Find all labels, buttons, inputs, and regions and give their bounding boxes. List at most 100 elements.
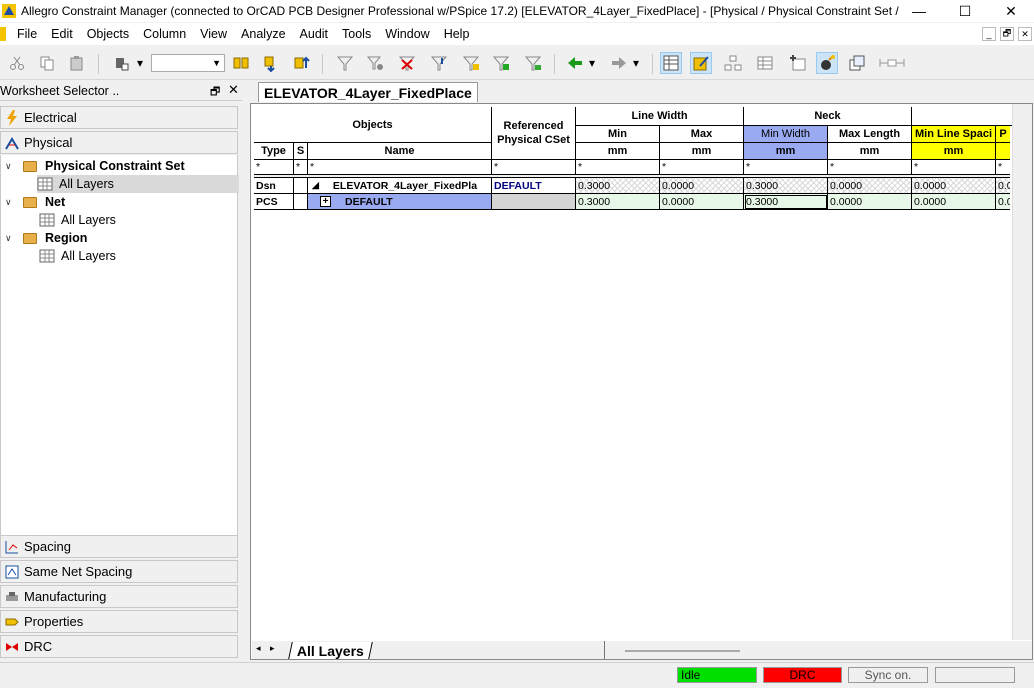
header-min[interactable]: Min xyxy=(576,126,660,143)
forward-dropdown-icon[interactable]: ▾ xyxy=(630,52,642,74)
header-max-length[interactable]: Max Length xyxy=(828,126,912,143)
menu-edit[interactable]: Edit xyxy=(44,27,80,41)
expand-icon[interactable]: ◢ xyxy=(312,180,319,191)
tree-node-net[interactable]: ∨ Net xyxy=(5,193,65,211)
table-row-dsn-type[interactable]: Dsn xyxy=(254,178,294,194)
table-row-dsn-max-length[interactable]: 0.0000 xyxy=(828,178,912,194)
object-tools-dropdown-icon[interactable]: ▾ xyxy=(134,52,146,74)
table-row-pcs-max-length[interactable]: 0.0000 xyxy=(828,194,912,210)
maximize-button[interactable]: ☐ xyxy=(942,0,988,22)
menu-tools[interactable]: Tools xyxy=(335,27,378,41)
table-row-dsn-s[interactable] xyxy=(294,178,308,194)
header-s[interactable]: S xyxy=(294,143,308,160)
copy-icon[interactable] xyxy=(36,52,58,74)
category-manufacturing[interactable]: Manufacturing xyxy=(0,585,238,608)
category-same-net-spacing[interactable]: Same Net Spacing xyxy=(0,560,238,583)
worksheet-icon[interactable] xyxy=(660,52,682,74)
menu-column[interactable]: Column xyxy=(136,27,193,41)
category-spacing[interactable]: Spacing xyxy=(0,535,238,558)
table-row-dsn-name[interactable]: ◢ ELEVATOR_4Layer_FixedPla xyxy=(308,178,492,194)
menu-file[interactable]: File xyxy=(10,27,44,41)
tab-all-layers[interactable]: All Layers xyxy=(288,642,373,659)
filter-max[interactable]: * xyxy=(660,160,744,175)
table-row-dsn-next[interactable]: 0.0 xyxy=(996,178,1010,194)
match-group-icon[interactable] xyxy=(290,52,312,74)
table-row-dsn-min[interactable]: 0.3000 xyxy=(576,178,660,194)
table-row-dsn-min-line-spacing[interactable]: 0.0000 xyxy=(912,178,996,194)
tree-node-physical-constraint-set[interactable]: ∨ Physical Constraint Set xyxy=(5,157,185,175)
menu-analyze[interactable]: Analyze xyxy=(234,27,292,41)
menu-help[interactable]: Help xyxy=(437,27,477,41)
status-drc[interactable]: DRC xyxy=(763,667,842,683)
filter-type[interactable]: * xyxy=(254,160,294,175)
filter-yellow-icon[interactable] xyxy=(460,52,482,74)
filter-s[interactable]: * xyxy=(294,160,308,175)
filter-next[interactable]: * xyxy=(996,160,1010,175)
back-dropdown-icon[interactable]: ▾ xyxy=(586,52,598,74)
tree-node-region[interactable]: ∨ Region xyxy=(5,229,87,247)
category-properties[interactable]: Properties xyxy=(0,610,238,633)
tab-next-icon[interactable]: ▸ xyxy=(270,643,275,654)
table-row-pcs-s[interactable] xyxy=(294,194,308,210)
bus-icon[interactable] xyxy=(230,52,252,74)
header-min-line-spacing[interactable]: Min Line Spaci xyxy=(912,126,996,143)
table-row-pcs-min-line-spacing[interactable]: 0.0000 xyxy=(912,194,996,210)
back-arrow-icon[interactable] xyxy=(564,52,586,74)
mdi-restore-button[interactable]: 🗗 xyxy=(1000,27,1014,41)
document-tab[interactable]: ELEVATOR_4Layer_FixedPlace xyxy=(258,82,478,102)
horizontal-scrollbar[interactable] xyxy=(625,650,740,652)
table-row-dsn-min-width[interactable]: 0.3000 xyxy=(744,178,828,194)
collapse-icon[interactable]: ∨ xyxy=(5,161,15,172)
mdi-close-button[interactable]: ✕ xyxy=(1018,27,1032,41)
close-panel-icon[interactable]: ✕ xyxy=(228,82,239,98)
vertical-scrollbar[interactable] xyxy=(1012,104,1032,640)
filter-icon[interactable] xyxy=(334,52,356,74)
filter-red-icon[interactable] xyxy=(396,52,418,74)
object-tools-icon[interactable] xyxy=(110,52,132,74)
menu-objects[interactable]: Objects xyxy=(80,27,136,41)
header-name[interactable]: Name xyxy=(308,143,492,160)
tab-prev-icon[interactable]: ◂ xyxy=(256,643,261,654)
category-drc[interactable]: DRC xyxy=(0,635,238,658)
table-row-pcs-name[interactable]: + DEFAULT xyxy=(308,194,492,210)
collapse-icon[interactable]: ∨ xyxy=(5,233,15,244)
table-icon[interactable] xyxy=(754,52,776,74)
header-max[interactable]: Max xyxy=(660,126,744,143)
table-row-dsn-ref[interactable]: DEFAULT xyxy=(492,178,576,194)
bomb-icon[interactable] xyxy=(816,52,838,74)
filter-min-width[interactable]: * xyxy=(744,160,828,175)
forward-arrow-icon[interactable] xyxy=(608,52,630,74)
filter-max-length[interactable]: * xyxy=(828,160,912,175)
filter-name[interactable]: * xyxy=(308,160,492,175)
category-electrical[interactable]: Electrical xyxy=(0,106,238,129)
header-type[interactable]: Type xyxy=(254,143,294,160)
minimize-button[interactable]: — xyxy=(896,0,942,22)
close-button[interactable]: ✕ xyxy=(988,0,1034,22)
table-row-pcs-type[interactable]: PCS xyxy=(254,194,294,210)
filter-clear-icon[interactable] xyxy=(364,52,386,74)
menu-window[interactable]: Window xyxy=(378,27,436,41)
table-row-pcs-min-width[interactable]: 0.3000 xyxy=(744,194,828,210)
table-add-icon[interactable] xyxy=(786,52,808,74)
constraint-edit-icon[interactable] xyxy=(690,52,712,74)
toolbar-combo[interactable]: ▼ xyxy=(151,54,225,72)
category-physical[interactable]: Physical xyxy=(0,131,238,154)
filter-min[interactable]: * xyxy=(576,160,660,175)
menu-view[interactable]: View xyxy=(193,27,234,41)
tree-node-region-all-layers[interactable]: All Layers xyxy=(39,247,116,265)
menu-audit[interactable]: Audit xyxy=(293,27,336,41)
header-min-width[interactable]: Min Width xyxy=(744,126,828,143)
cut-icon[interactable] xyxy=(6,52,28,74)
table-row-dsn-max[interactable]: 0.0000 xyxy=(660,178,744,194)
tree-node-net-all-layers[interactable]: All Layers xyxy=(39,211,116,229)
expand-icon[interactable]: + xyxy=(320,196,331,207)
filter-grid-icon[interactable] xyxy=(522,52,544,74)
table-row-pcs-ref[interactable] xyxy=(492,194,576,210)
mdi-minimize-button[interactable]: _ xyxy=(982,27,996,41)
table-row-pcs-max[interactable]: 0.0000 xyxy=(660,194,744,210)
diff-pair-icon[interactable] xyxy=(260,52,282,74)
filter-green-icon[interactable] xyxy=(490,52,512,74)
filter-referenced[interactable]: * xyxy=(492,160,576,175)
header-next-column[interactable]: P xyxy=(996,126,1010,143)
filter-min-line-spacing[interactable]: * xyxy=(912,160,996,175)
